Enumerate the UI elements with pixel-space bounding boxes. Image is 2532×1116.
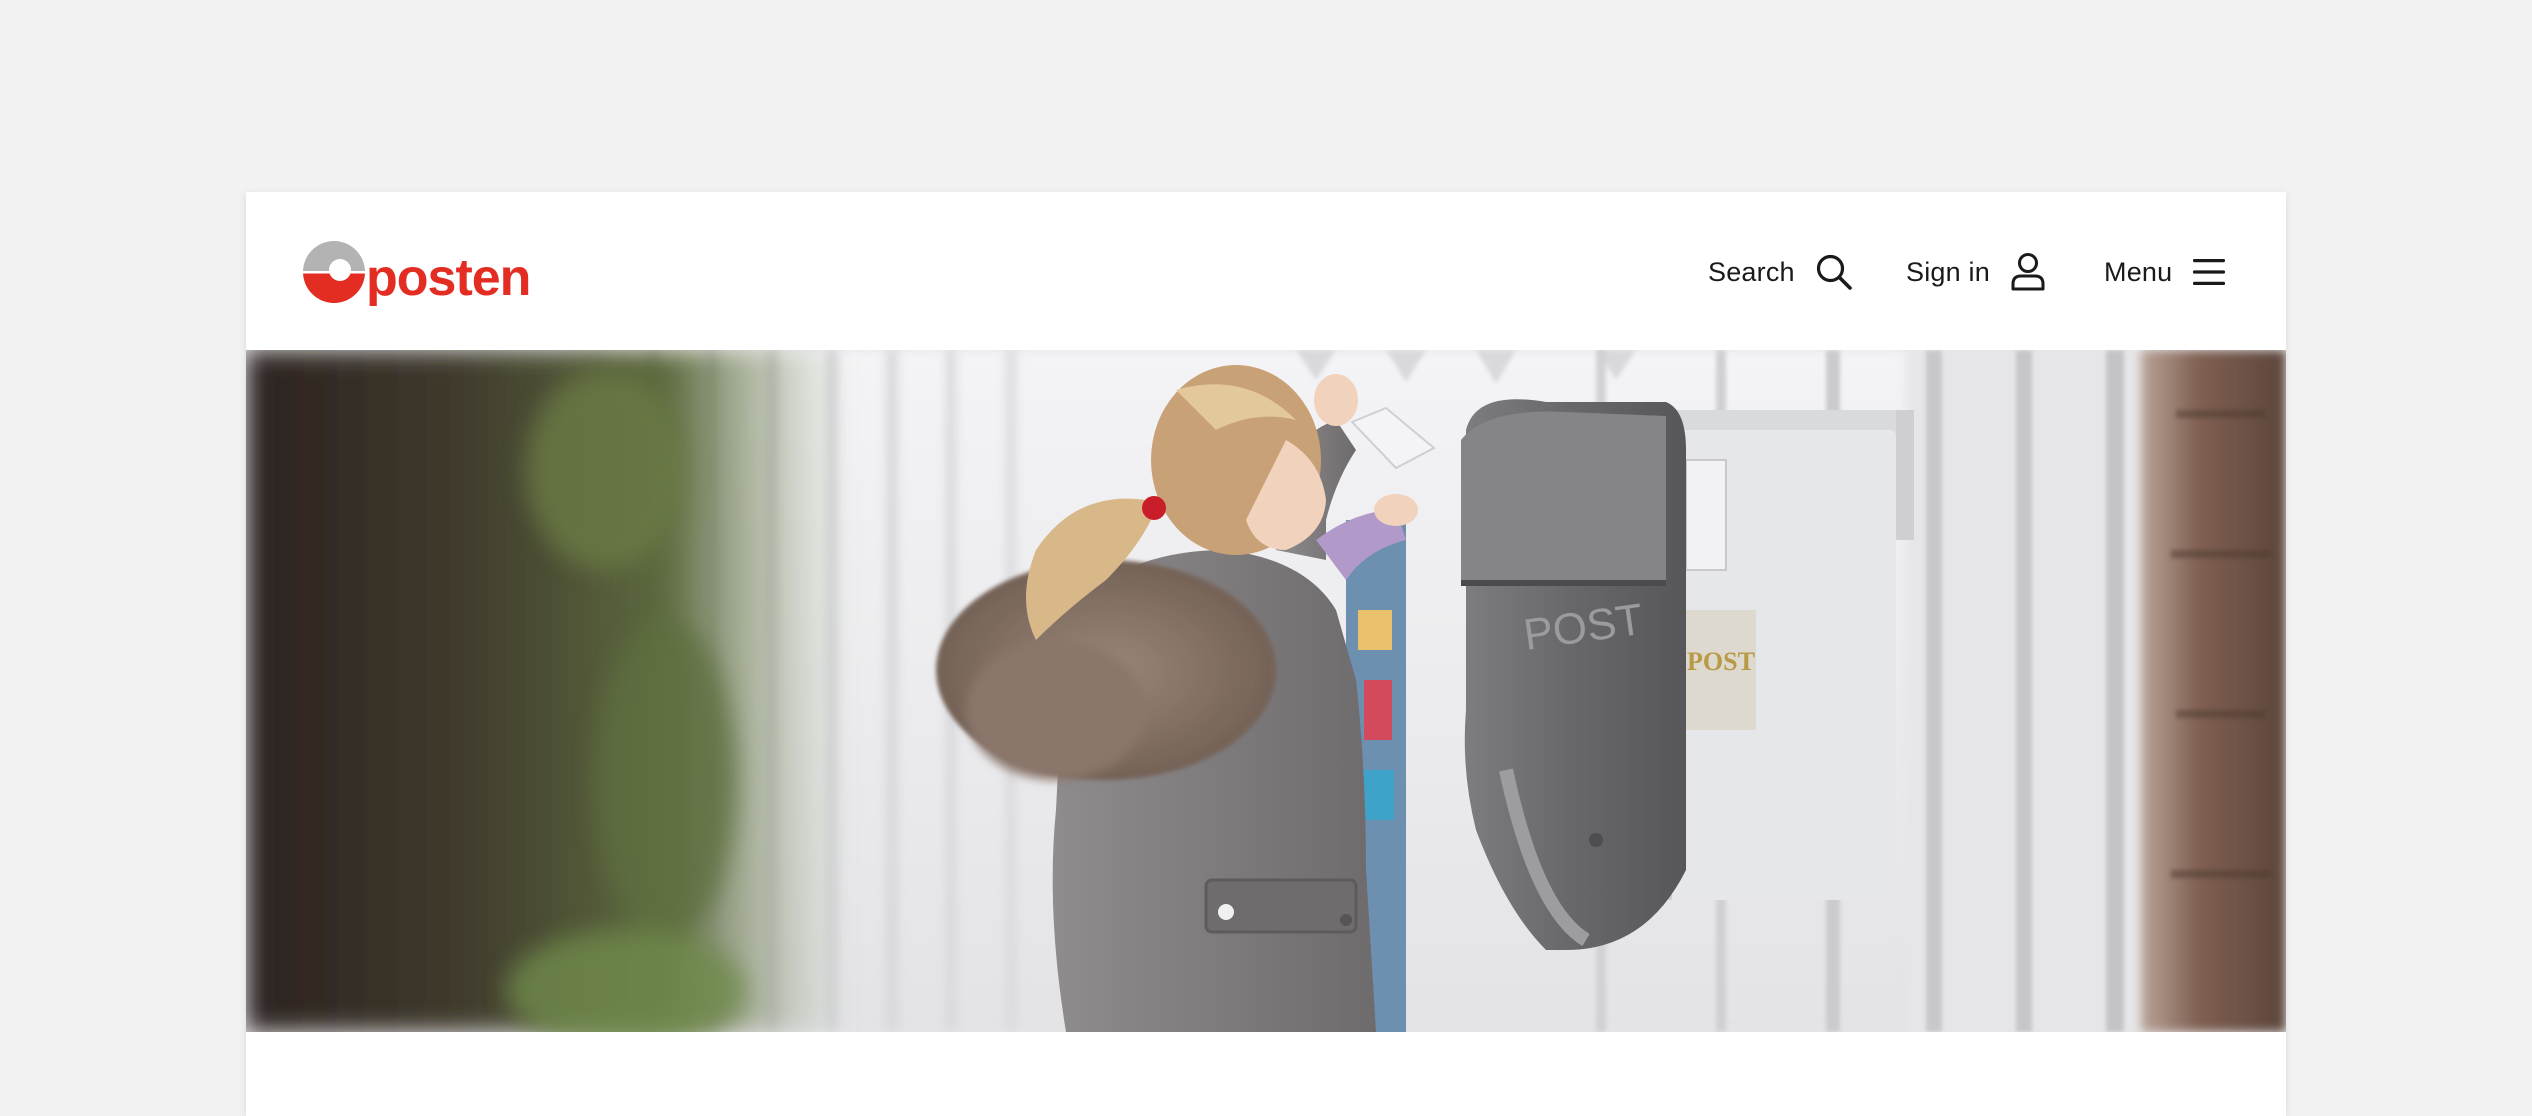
search-button[interactable]: Search [1708, 244, 1853, 300]
hero-image: POST POST [246, 350, 2286, 1032]
hero-illustration: POST POST [246, 350, 2286, 1032]
search-label: Search [1708, 256, 1795, 287]
user-icon [2010, 252, 2046, 292]
search-icon [1815, 253, 1853, 291]
mailbox-light-label: POST [1687, 647, 1755, 676]
page-card: posten Search Sign in Menu POST POST [246, 192, 2286, 1116]
menu-button[interactable]: Menu [2104, 244, 2226, 300]
site-header: posten Search Sign in Menu [246, 192, 2286, 350]
logo-wordmark: posten [366, 249, 531, 307]
menu-label: Menu [2104, 256, 2173, 287]
hamburger-menu-icon [2192, 257, 2226, 287]
posten-logo[interactable]: posten [302, 236, 531, 308]
posten-logo-icon [302, 241, 366, 303]
sign-in-label: Sign in [1906, 256, 1990, 287]
sign-in-button[interactable]: Sign in [1906, 244, 2046, 300]
